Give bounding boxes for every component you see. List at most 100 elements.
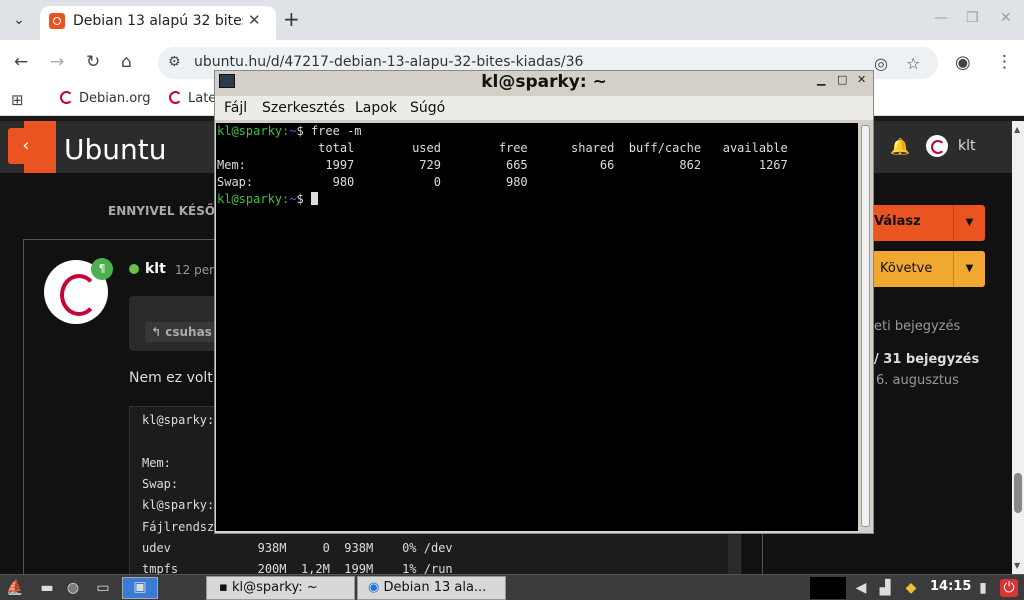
tab-search-chevron-icon[interactable]: ⌄ [8, 9, 30, 31]
terminal-close-icon[interactable]: ✕ [857, 73, 866, 86]
bookmark-star-icon[interactable]: ☆ [906, 54, 920, 73]
free-swap-row: Swap: 980 0 980 [217, 175, 528, 189]
prompt-sign: $ [296, 192, 304, 206]
file-manager-icon[interactable]: ▬ [38, 579, 56, 597]
terminal-window[interactable]: kl@sparky: ~ ▁ □ ✕ Fájl Szerkesztés Lapo… [214, 70, 874, 534]
tab-title: Debian 13 alapú 32 bites [73, 13, 243, 29]
menu-file[interactable]: Fájl [224, 100, 247, 116]
scroll-up-icon[interactable]: ▲ [1014, 125, 1020, 134]
window-close-icon[interactable]: ✕ [1000, 10, 1012, 26]
code-line: kl@sparky: [142, 413, 215, 427]
terminal-command-line: kl@sparky:~$ free -m [217, 124, 362, 138]
header-username[interactable]: klt [958, 138, 976, 154]
home-icon[interactable]: ⌂ [121, 52, 132, 72]
task-label: Debian 13 ala... [383, 580, 487, 595]
terminal-titlebar[interactable]: kl@sparky: ~ ▁ □ ✕ [215, 71, 873, 93]
terminal-menubar: Fájl Szerkesztés Lapok Súgó [215, 96, 873, 120]
prompt-sign: $ [296, 124, 304, 138]
profile-icon[interactable]: ◉ [955, 52, 971, 73]
group-badge-icon: ¶ [91, 258, 113, 280]
power-icon[interactable]: ⏻ [1000, 579, 1018, 597]
url-text: ubuntu.hu/d/47217-debian-13-alapu-32-bit… [194, 54, 584, 70]
debian-icon [169, 91, 182, 104]
site-logo[interactable]: Ubuntu [64, 133, 166, 166]
post-counter: / 31 bejegyzés [874, 352, 980, 367]
reply-dropdown-chevron-icon[interactable]: ▼ [953, 205, 985, 241]
eye-off-icon[interactable]: ◎ [874, 54, 888, 73]
page-scrollbar[interactable]: ▲ ▼ [1012, 121, 1024, 574]
free-mem-row: Mem: 1997 729 665 66 862 1267 [217, 158, 788, 172]
text-cursor [310, 192, 318, 205]
post-date: 6. augusztus [876, 373, 959, 388]
bookmark-late[interactable]: Late [169, 91, 216, 106]
latest-post-link[interactable]: eti bejegyzés [874, 319, 960, 334]
web-browser-icon[interactable]: ◍ [64, 579, 82, 597]
debian-icon [60, 91, 73, 104]
terminal-output[interactable]: kl@sparky:~$ free -m total used free sha… [216, 123, 858, 531]
follow-button[interactable]: Követve ▼ [866, 251, 985, 287]
maximize-icon[interactable]: ❐ [966, 10, 979, 26]
command-text: free -m [310, 124, 362, 138]
forward-arrow-icon[interactable]: → [50, 52, 64, 72]
menu-tabs[interactable]: Lapok [355, 100, 397, 116]
free-header-row: total used free shared buff/cache availa… [217, 141, 788, 155]
terminal-maximize-icon[interactable]: □ [837, 73, 847, 86]
workspace-switcher-icon[interactable]: ▣ [122, 577, 158, 599]
minimize-icon[interactable]: — [934, 10, 948, 26]
menu-kebab-icon[interactable]: ⋮ [996, 52, 1013, 72]
code-line: Mem: [142, 456, 171, 470]
terminal-minimize-icon[interactable]: ▁ [817, 73, 825, 86]
prompt-user: kl@sparky: [217, 192, 290, 206]
ubuntu-favicon-icon [49, 13, 65, 29]
new-tab-button[interactable]: + [283, 8, 300, 30]
network-signal-icon[interactable]: ▟ [876, 579, 894, 597]
battery-icon[interactable]: ▮ [974, 579, 992, 597]
browser-tabbar: ⌄ Debian 13 alapú 32 bites ✕ + — ❐ ✕ [0, 0, 1024, 40]
taskbar-item-browser[interactable]: ◉ Debian 13 ala... [357, 576, 506, 600]
task-label: kl@sparky: ~ [231, 580, 318, 595]
code-line: udev 938M 0 938M 0% /dev [142, 541, 453, 555]
code-line: Swap: [142, 477, 179, 491]
cpu-monitor-widget[interactable] [810, 577, 846, 599]
code-line: Fájlrendsz [142, 520, 215, 534]
terminal-small-icon: ▪ [219, 580, 228, 595]
taskbar-item-terminal[interactable]: ▪ kl@sparky: ~ [206, 576, 355, 600]
reload-icon[interactable]: ↻ [86, 52, 100, 72]
terminal-scrollbar[interactable] [860, 123, 872, 531]
back-button[interactable]: ‹ [8, 128, 44, 164]
menu-help[interactable]: Súgó [410, 100, 445, 116]
terminal-scroll-thumb[interactable] [861, 125, 870, 527]
taskbar: ⛵ ▬ ◍ ▭ ▣ ▪ kl@sparky: ~ ◉ Debian 13 ala… [0, 574, 1024, 600]
quote-reference-button[interactable]: ↰ csuhas [145, 322, 225, 342]
bell-icon[interactable]: 🔔 [890, 137, 910, 156]
user-avatar[interactable] [926, 135, 948, 157]
back-arrow-icon[interactable]: ← [14, 52, 28, 72]
volume-icon[interactable]: ◀ [852, 579, 870, 597]
follow-dropdown-chevron-icon[interactable]: ▼ [953, 251, 985, 287]
code-line: kl@sparky: [142, 498, 215, 512]
bookmark-label: Debian.org [79, 91, 151, 106]
start-menu-icon[interactable]: ⛵ [6, 579, 24, 597]
follow-label: Követve [880, 261, 933, 276]
terminal-prompt-line: kl@sparky:~$ [217, 192, 318, 206]
reply-label: Válasz [874, 214, 921, 229]
post-author[interactable]: klt [145, 261, 166, 277]
browser-tab-active[interactable]: Debian 13 alapú 32 bites ✕ [40, 6, 276, 40]
update-notifier-icon[interactable]: ◆ [902, 579, 920, 597]
menu-edit[interactable]: Szerkesztés [262, 100, 345, 116]
clock[interactable]: 14:15 [930, 579, 971, 594]
apps-grid-icon[interactable]: ⊞ [11, 91, 24, 109]
quote-author: csuhas [165, 325, 212, 339]
reply-button[interactable]: Válasz ▼ [866, 205, 985, 241]
bookmark-label: Late [188, 91, 217, 106]
prompt-user: kl@sparky: [217, 124, 290, 138]
chrome-small-icon: ◉ [368, 580, 380, 595]
terminal-title: kl@sparky: ~ [481, 72, 607, 92]
online-status-icon [129, 264, 139, 274]
scroll-down-icon[interactable]: ▼ [1014, 561, 1020, 570]
show-desktop-icon[interactable]: ▭ [94, 579, 112, 597]
page-scroll-thumb[interactable] [1014, 473, 1022, 513]
bookmark-debian[interactable]: Debian.org [60, 91, 151, 106]
tab-close-icon[interactable]: ✕ [248, 11, 261, 29]
site-info-icon[interactable]: ⚙ [168, 54, 181, 70]
